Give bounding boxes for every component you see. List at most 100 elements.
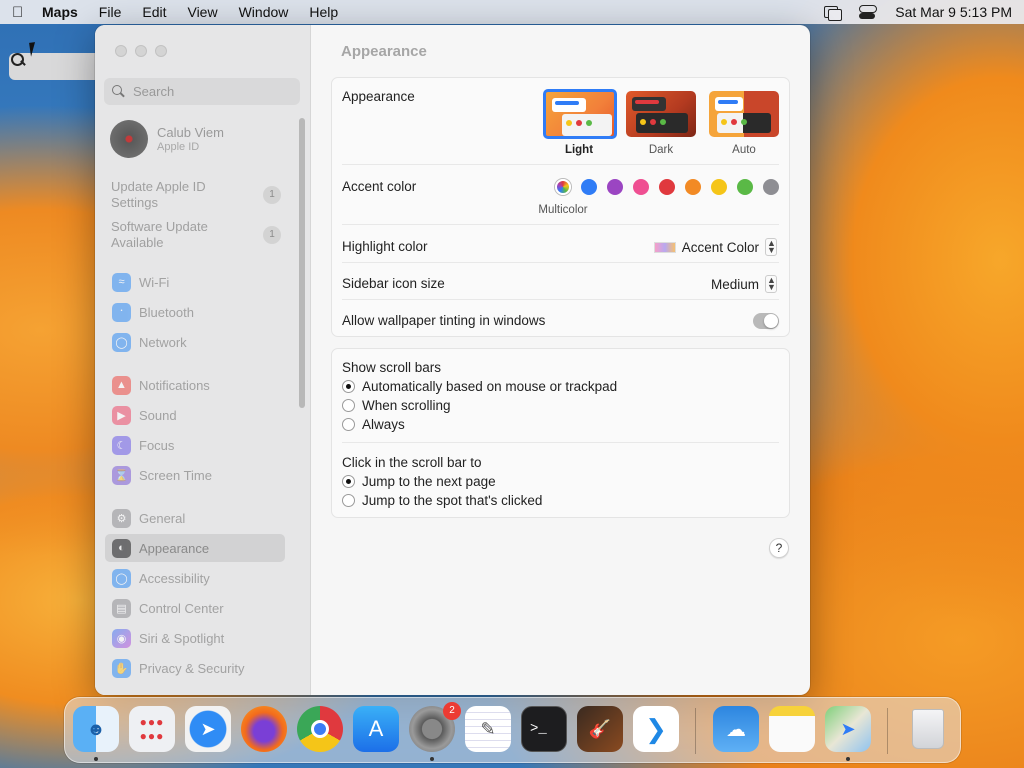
accent-blue-swatch[interactable] (581, 179, 597, 195)
sidebar-scrollbar[interactable] (299, 118, 305, 408)
wifi-icon: ≈ (112, 272, 131, 292)
control-center-icon: ▤ (112, 598, 131, 618)
click-scroll-bar-label: Click in the scroll bar to (342, 455, 482, 470)
textedit-icon[interactable]: ✎ (465, 706, 511, 752)
chrome-icon[interactable] (297, 706, 343, 752)
wallpaper-tinting-toggle[interactable] (753, 313, 779, 329)
weather-icon[interactable]: ☁ (713, 706, 759, 752)
sidebar-item-notifications[interactable]: ▲ Notifications (105, 371, 285, 399)
wallpaper-tinting-label: Allow wallpaper tinting in windows (342, 313, 546, 328)
click-option-next-page[interactable]: Jump to the next page (342, 474, 496, 489)
mode-auto-label[interactable]: Auto (708, 144, 780, 156)
accent-purple-swatch[interactable] (607, 179, 623, 195)
divider (342, 164, 779, 165)
appearance-icon: ◐ (112, 538, 131, 558)
accent-graphite-swatch[interactable] (763, 179, 779, 195)
sidebar-item-general[interactable]: ⚙ General (105, 504, 285, 532)
chevron-updown-icon: ▲ ▼ (765, 238, 777, 256)
maps-icon[interactable]: ➤ (825, 706, 871, 752)
running-indicator (846, 757, 850, 761)
search-input[interactable] (133, 84, 283, 99)
window-controls (115, 45, 167, 57)
accent-pink-swatch[interactable] (633, 179, 649, 195)
sidebar: Calub Viem Apple ID Update Apple ID Sett… (95, 25, 311, 695)
highlight-color-popup[interactable]: Accent Color ▲ ▼ (653, 238, 777, 256)
bell-icon: ▲ (112, 375, 131, 395)
moon-icon: ☾ (112, 435, 131, 455)
mode-dark-thumbnail[interactable] (626, 91, 696, 137)
menu-app-name[interactable]: Maps (42, 4, 78, 20)
speaker-icon: ▶ (112, 405, 131, 425)
scroll-option-when-scrolling[interactable]: When scrolling (342, 398, 451, 413)
sidebar-item-privacy-security[interactable]: ✋ Privacy & Security (105, 654, 285, 682)
mode-light-label[interactable]: Light (543, 144, 615, 156)
menu-view[interactable]: View (187, 4, 217, 20)
divider (342, 224, 779, 225)
launchpad-icon[interactable]: ●●● ●●● (129, 706, 175, 752)
sidebar-item-siri-spotlight[interactable]: ◉ Siri & Spotlight (105, 624, 285, 652)
notice-badge: 1 (263, 186, 281, 204)
divider (342, 262, 779, 263)
sidebar-item-appearance[interactable]: ◐ Appearance (105, 534, 285, 562)
update-apple-id-notice[interactable]: Update Apple ID Settings 1 (111, 179, 281, 211)
search-field[interactable] (104, 78, 300, 105)
vscode-icon[interactable]: ❯ (633, 706, 679, 752)
mode-dark-label[interactable]: Dark (625, 144, 697, 156)
sidebar-item-wifi[interactable]: ≈ Wi-Fi (105, 268, 285, 296)
menu-clock[interactable]: Sat Mar 9 5:13 PM (895, 4, 1012, 20)
menu-edit[interactable]: Edit (142, 4, 166, 20)
running-indicator (94, 757, 98, 761)
sidebar-item-accessibility[interactable]: ◯ Accessibility (105, 564, 285, 592)
finder-icon[interactable]: ☻ (73, 706, 119, 752)
help-button[interactable]: ? (769, 538, 789, 558)
accent-green-swatch[interactable] (737, 179, 753, 195)
trash-icon[interactable] (905, 706, 951, 752)
sidebar-item-focus[interactable]: ☾ Focus (105, 431, 285, 459)
accessibility-icon: ◯ (112, 568, 131, 588)
apple-id-account[interactable]: Calub Viem Apple ID (110, 120, 224, 158)
sidebar-item-bluetooth[interactable]: ᛫ Bluetooth (105, 298, 285, 326)
siri-icon: ◉ (112, 628, 131, 648)
sidebar-icon-size-popup[interactable]: Medium ▲ ▼ (711, 275, 777, 293)
screen-mirroring-icon[interactable] (823, 5, 843, 21)
globe-icon: ◯ (112, 332, 131, 352)
hourglass-icon: ⌛ (112, 465, 131, 485)
sidebar-item-screen-time[interactable]: ⌛ Screen Time (105, 461, 285, 489)
radio-selected-icon (342, 380, 355, 393)
terminal-icon[interactable]: >_ (521, 706, 567, 752)
menu-help[interactable]: Help (309, 4, 338, 20)
minimize-button[interactable] (135, 45, 147, 57)
sidebar-item-control-center[interactable]: ▤ Control Center (105, 594, 285, 622)
accent-orange-swatch[interactable] (685, 179, 701, 195)
app-store-icon[interactable]: A (353, 706, 399, 752)
avatar (110, 120, 148, 158)
appearance-settings-card: Appearance Light Dark Auto Accent color … (331, 77, 790, 337)
mode-auto-thumbnail[interactable] (709, 91, 779, 137)
sidebar-item-network[interactable]: ◯ Network (105, 328, 285, 356)
scroll-option-always[interactable]: Always (342, 417, 405, 432)
mode-light-thumbnail[interactable] (543, 89, 617, 139)
menu-window[interactable]: Window (239, 4, 289, 20)
software-update-notice[interactable]: Software Update Available 1 (111, 219, 281, 251)
divider (342, 299, 779, 300)
accent-red-swatch[interactable] (659, 179, 675, 195)
click-option-spot-clicked[interactable]: Jump to the spot that's clicked (342, 493, 542, 508)
notes-icon[interactable] (769, 706, 815, 752)
close-button[interactable] (115, 45, 127, 57)
control-center-icon[interactable] (859, 5, 878, 19)
divider (342, 442, 779, 443)
menu-file[interactable]: File (99, 4, 122, 20)
garageband-icon[interactable]: 🎸 (577, 706, 623, 752)
zoom-button[interactable] (155, 45, 167, 57)
show-scroll-bars-label: Show scroll bars (342, 360, 442, 375)
gear-icon: ⚙ (112, 508, 131, 528)
apple-menu-icon[interactable]:  (12, 4, 42, 21)
sidebar-item-sound[interactable]: ▶ Sound (105, 401, 285, 429)
safari-icon[interactable]: ➤ (185, 706, 231, 752)
accent-yellow-swatch[interactable] (711, 179, 727, 195)
accent-multicolor-swatch[interactable] (555, 179, 571, 195)
chevron-updown-icon: ▲ ▼ (765, 275, 777, 293)
system-settings-icon[interactable]: 2 (409, 702, 461, 752)
scroll-option-automatic[interactable]: Automatically based on mouse or trackpad (342, 379, 617, 394)
firefox-icon[interactable] (241, 706, 287, 752)
